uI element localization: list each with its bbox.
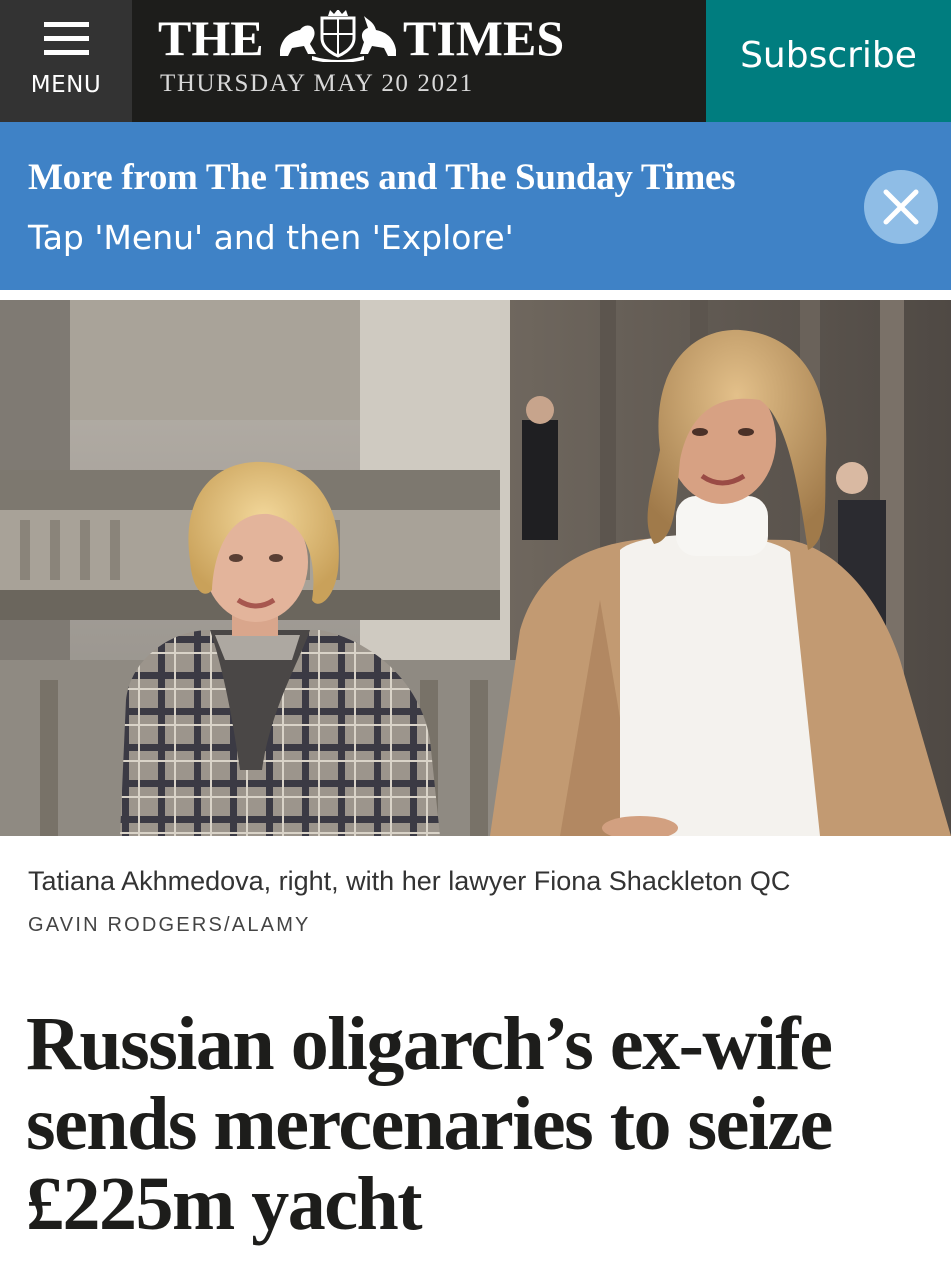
article-headline: Russian oligarch’s ex-wife sends mercena…: [26, 1002, 833, 1246]
promo-subtitle: Tap 'Menu' and then 'Explore': [28, 218, 514, 257]
photo-credit: GAVIN RODGERS/ALAMY: [28, 914, 311, 936]
promo-banner: More from The Times and The Sunday Times…: [0, 122, 951, 290]
photo-illustration: [0, 300, 951, 836]
masthead-times: TIMES: [403, 10, 565, 66]
menu-label: MENU: [30, 72, 102, 98]
close-banner-button[interactable]: [864, 170, 938, 244]
subscribe-button[interactable]: Subscribe: [706, 0, 951, 122]
masthead-logo[interactable]: THE TIMES: [158, 8, 578, 68]
menu-button[interactable]: MENU: [0, 0, 132, 122]
close-icon: [883, 189, 919, 225]
masthead-the: THE: [158, 10, 264, 66]
photo-caption: Tatiana Akhmedova, right, with her lawye…: [28, 866, 791, 896]
top-bar: MENU THE TIMES THURSDAY MAY 20 2021 Subs…: [0, 0, 951, 122]
royal-crest-icon: [280, 10, 396, 62]
hamburger-icon: [44, 22, 89, 55]
issue-date: THURSDAY MAY 20 2021: [160, 70, 474, 97]
promo-title: More from The Times and The Sunday Times: [28, 157, 736, 198]
article-photo: [0, 300, 951, 836]
